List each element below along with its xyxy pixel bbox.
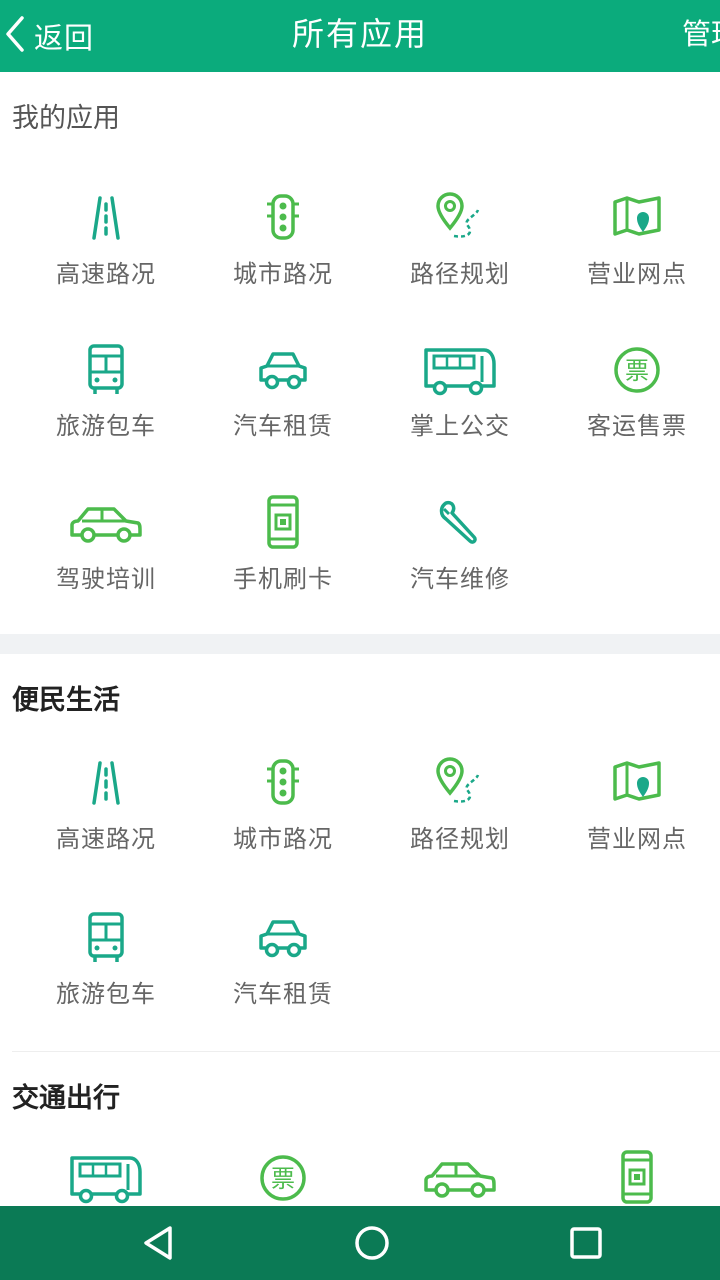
traffic-light-icon [195,755,371,811]
app-car-rental[interactable]: 汽车租赁 [195,910,371,1009]
car-icon [195,342,371,398]
section-title-transport: 交通出行 [12,1083,120,1114]
car-icon [195,910,371,966]
app-label: 城市路况 [233,260,333,288]
app-route-planning[interactable]: 路径规划 [372,755,548,854]
sedan-icon [372,1150,548,1206]
bus-icon [18,910,194,966]
app-label: 城市路况 [233,825,333,853]
app-mobile-card[interactable]: 手机刷卡 [195,495,371,594]
app-mobile-bus[interactable] [18,1150,194,1206]
route-pin-icon [372,755,548,811]
page-title: 所有应用 [291,15,428,53]
app-label: 客运售票 [587,412,687,440]
app-bus-tickets[interactable]: 票 客运售票 [549,342,720,441]
section-divider [12,1051,720,1052]
phone-card-icon [549,1150,720,1206]
ticket-icon: 票 [549,342,720,398]
coach-icon [372,342,548,398]
coach-icon [18,1150,194,1206]
app-service-outlets[interactable]: 营业网点 [549,190,720,289]
highway-icon [18,755,194,811]
section-divider [0,634,720,654]
bus-icon [18,342,194,398]
app-city-traffic[interactable]: 城市路况 [195,755,371,854]
app-label: 高速路况 [56,825,156,853]
nav-recents-button[interactable] [560,1220,610,1266]
app-label: 驾驶培训 [56,565,156,593]
top-app-bar: 返回 所有应用 管理 [0,0,720,72]
app-label: 汽车租赁 [233,980,333,1008]
highway-icon [18,190,194,246]
map-pin-icon [549,755,720,811]
manage-button[interactable]: 管理 [682,0,720,72]
nav-home-button[interactable] [347,1220,397,1266]
app-tour-bus[interactable]: 旅游包车 [18,910,194,1009]
app-car-repair[interactable]: 汽车维修 [372,495,548,594]
app-tour-bus[interactable]: 旅游包车 [18,342,194,441]
app-label: 旅游包车 [56,412,156,440]
app-highway-traffic[interactable]: 高速路况 [18,755,194,854]
phone-card-icon [195,495,371,551]
app-bus-tickets[interactable]: 票 [195,1150,371,1206]
app-mobile-bus[interactable]: 掌上公交 [372,342,548,441]
wrench-icon [372,495,548,551]
section-title-my-apps: 我的应用 [12,103,120,134]
app-label: 汽车租赁 [233,412,333,440]
app-label: 路径规划 [410,825,510,853]
app-service-outlets[interactable]: 营业网点 [549,755,720,854]
ticket-icon: 票 [195,1150,371,1206]
app-label: 手机刷卡 [233,565,333,593]
app-label: 高速路况 [56,260,156,288]
app-label: 营业网点 [587,260,687,288]
app-label: 汽车维修 [410,565,510,593]
app-label: 营业网点 [587,825,687,853]
app-highway-traffic[interactable]: 高速路况 [18,190,194,289]
section-title-convenience: 便民生活 [12,685,120,716]
app-label: 旅游包车 [56,980,156,1008]
svg-text:票: 票 [271,1165,295,1193]
system-navigation-bar [0,1206,720,1280]
app-mobile-card[interactable] [549,1150,720,1206]
sedan-icon [18,495,194,551]
traffic-light-icon [195,190,371,246]
nav-back-button[interactable] [134,1220,184,1266]
map-pin-icon [549,190,720,246]
app-label: 路径规划 [410,260,510,288]
app-route-planning[interactable]: 路径规划 [372,190,548,289]
circle-home-icon [347,1226,397,1270]
app-car-rental[interactable]: 汽车租赁 [195,342,371,441]
square-recents-icon [560,1227,610,1270]
app-city-traffic[interactable]: 城市路况 [195,190,371,289]
app-label: 掌上公交 [410,412,510,440]
triangle-back-icon [134,1226,184,1270]
route-pin-icon [372,190,548,246]
app-driving-training[interactable]: 驾驶培训 [18,495,194,594]
svg-text:票: 票 [625,357,649,385]
app-driving-training[interactable] [372,1150,548,1206]
